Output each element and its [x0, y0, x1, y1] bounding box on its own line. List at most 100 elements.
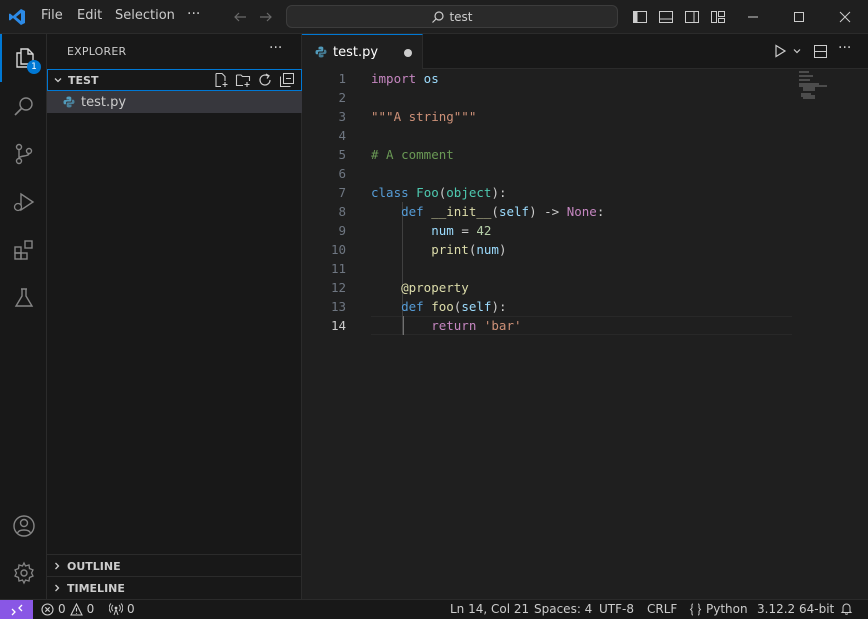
split-editor-icon[interactable]: [813, 44, 828, 59]
back-arrow-icon[interactable]: [232, 9, 248, 25]
vscode-logo-icon: [8, 8, 26, 26]
line-number: 5: [338, 147, 346, 162]
chevron-right-icon: [47, 561, 67, 571]
ports-count: 0: [127, 602, 135, 616]
chevron-down-icon: [48, 75, 68, 85]
code-line: print(num): [371, 242, 507, 257]
line-number: 7: [338, 185, 346, 200]
eol-indicator[interactable]: CRLF: [647, 602, 677, 616]
remote-icon: [11, 604, 22, 616]
toggle-secondary-sidebar-icon[interactable]: [684, 9, 700, 25]
error-count: 0: [58, 602, 66, 616]
code-line: def foo(self):: [371, 299, 507, 314]
activity-accounts[interactable]: [0, 502, 47, 550]
menu-more[interactable]: ···: [187, 6, 200, 22]
minimap[interactable]: [799, 69, 868, 599]
code-line: class Foo(object):: [371, 185, 507, 200]
encoding-indicator[interactable]: UTF-8: [599, 602, 634, 616]
new-folder-icon[interactable]: [235, 72, 251, 88]
line-number: 1: [338, 71, 346, 86]
notifications-button[interactable]: [840, 602, 853, 615]
title-bar: File Edit Selection ··· test: [0, 0, 868, 34]
broadcast-icon: [109, 602, 123, 615]
activity-search[interactable]: [0, 82, 47, 130]
close-button[interactable]: [822, 0, 868, 34]
tab-label: test.py: [333, 44, 379, 60]
code-line: num = 42: [371, 223, 492, 238]
line-number: 6: [338, 166, 346, 181]
maximize-button[interactable]: [776, 0, 822, 34]
line-number: 4: [338, 128, 346, 143]
line-number: 13: [330, 299, 346, 314]
explorer-badge: 1: [27, 60, 41, 74]
language-mode[interactable]: Python: [689, 602, 748, 616]
tab-test-py[interactable]: test.py: [302, 34, 423, 69]
line-number: 2: [338, 90, 346, 105]
remote-indicator-button[interactable]: [0, 600, 33, 619]
minimize-button[interactable]: [730, 0, 776, 34]
code-line: import os: [371, 71, 439, 86]
folder-name: TEST: [68, 73, 99, 87]
outline-section[interactable]: OUTLINE: [47, 555, 302, 577]
indentation-indicator[interactable]: Spaces: 4: [534, 602, 592, 616]
menu-selection[interactable]: Selection: [115, 8, 175, 23]
bell-icon: [840, 603, 853, 615]
error-icon: [41, 602, 54, 616]
ports-indicator[interactable]: 0: [109, 602, 135, 616]
refresh-icon[interactable]: [257, 72, 273, 88]
forward-arrow-icon[interactable]: [258, 9, 274, 25]
menu-edit[interactable]: Edit: [77, 8, 102, 23]
timeline-section[interactable]: TIMELINE: [47, 577, 302, 599]
explorer-more-button[interactable]: ···: [269, 40, 282, 56]
line-number: 8: [338, 204, 346, 219]
folder-section-test[interactable]: TEST: [47, 69, 302, 91]
braces-icon: [689, 603, 702, 615]
run-python-file-button[interactable]: [773, 44, 787, 58]
language-label: Python: [706, 602, 748, 616]
activity-extensions[interactable]: [0, 226, 47, 274]
line-number: 10: [330, 242, 346, 257]
menu-file[interactable]: File: [41, 8, 63, 23]
code-line: # A comment: [371, 147, 454, 162]
run-dropdown-chevron-icon[interactable]: [792, 46, 802, 56]
activity-testing[interactable]: [0, 274, 47, 322]
activity-manage[interactable]: [0, 549, 47, 597]
activity-bar: 1: [0, 34, 47, 599]
explorer-title: EXPLORER: [67, 45, 127, 58]
activity-source-control[interactable]: [0, 130, 47, 178]
activity-explorer[interactable]: 1: [0, 34, 47, 82]
play-icon: [775, 44, 787, 58]
python-file-icon: [315, 46, 327, 58]
collapse-all-icon[interactable]: [279, 72, 295, 88]
current-line-number: 14: [330, 318, 346, 333]
timeline-label: TIMELINE: [67, 581, 125, 595]
search-icon: [432, 10, 445, 23]
customize-layout-icon[interactable]: [710, 9, 726, 25]
code-editor[interactable]: 1 2 3 4 5 6 7 8 9 10 11 12 13 14 import …: [302, 69, 868, 599]
file-item-test-py[interactable]: test.py: [47, 91, 302, 113]
gear-icon: [13, 561, 34, 585]
python-interpreter[interactable]: 3.12.2 64-bit: [757, 602, 834, 616]
minimize-icon: [748, 16, 758, 18]
code-line: @property: [371, 280, 469, 295]
command-center-text: test: [449, 9, 473, 24]
chevron-right-icon: [47, 583, 67, 593]
activity-run-debug[interactable]: [0, 178, 47, 226]
line-number: 9: [338, 223, 346, 238]
command-center-search[interactable]: test: [286, 5, 618, 28]
toggle-panel-icon[interactable]: [658, 9, 674, 25]
source-control-icon: [15, 143, 32, 165]
run-debug-icon: [13, 192, 34, 212]
unsaved-dot-icon[interactable]: [404, 49, 412, 57]
editor-more-actions-icon[interactable]: ···: [838, 40, 851, 56]
maximize-icon: [794, 12, 804, 22]
line-number: 3: [338, 109, 346, 124]
toggle-primary-sidebar-icon[interactable]: [632, 9, 648, 25]
extensions-icon: [13, 240, 33, 260]
close-icon: [839, 11, 851, 23]
cursor-position[interactable]: Ln 14, Col 21: [450, 602, 529, 616]
line-number: 11: [330, 261, 346, 276]
code-line: """A string""": [371, 109, 477, 124]
new-file-icon[interactable]: [213, 72, 229, 88]
problems-indicator[interactable]: 0 0: [41, 602, 94, 616]
